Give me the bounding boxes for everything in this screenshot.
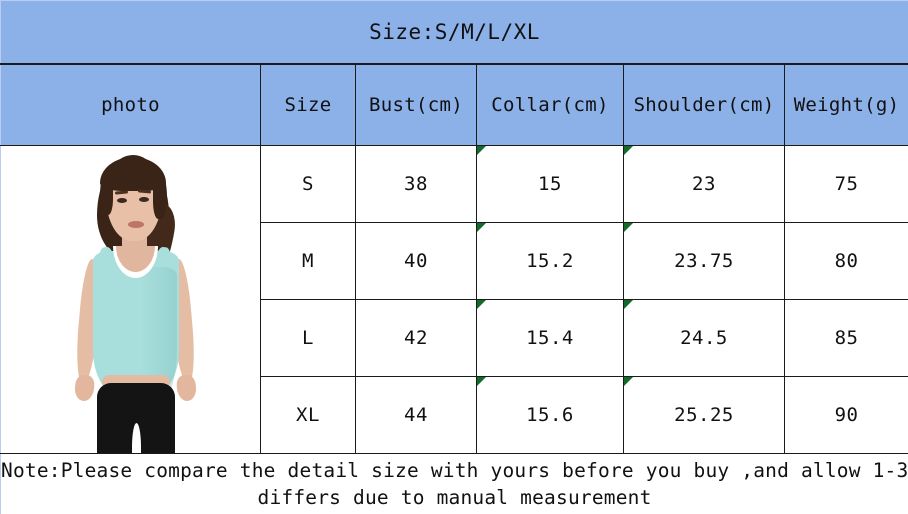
eye-left bbox=[117, 197, 127, 203]
lips bbox=[128, 220, 144, 228]
cell-weight: 75 bbox=[783, 145, 908, 223]
cell-weight: 85 bbox=[783, 299, 908, 377]
cell-collar: 15 bbox=[476, 145, 624, 223]
title-row: Size:S/M/L/XL bbox=[0, 0, 908, 65]
column-header-bust: Bust(cm) bbox=[355, 63, 477, 146]
cell-bust: 38 bbox=[355, 145, 477, 223]
cell-collar: 15.2 bbox=[476, 222, 624, 300]
column-header-size: Size bbox=[260, 63, 356, 146]
hand-right bbox=[175, 373, 198, 402]
product-photo-cell bbox=[0, 145, 261, 454]
cell-shoulder: 23.75 bbox=[623, 222, 785, 300]
column-header-shoulder: Shoulder(cm) bbox=[623, 63, 785, 146]
cell-collar: 15.6 bbox=[476, 376, 624, 454]
hand-left bbox=[73, 373, 96, 402]
cell-shoulder: 25.25 bbox=[623, 376, 785, 454]
cell-weight: 80 bbox=[783, 222, 908, 300]
product-photo bbox=[1, 146, 260, 453]
cell-size: L bbox=[260, 299, 356, 377]
cell-shoulder: 24.5 bbox=[623, 299, 785, 377]
eye-right bbox=[139, 196, 149, 202]
size-chart-image: Size:S/M/L/XL photo Size Bust(cm) Collar… bbox=[0, 0, 908, 514]
note-line-2: differs due to manual measurement bbox=[257, 485, 652, 509]
column-header-weight: Weight(g) bbox=[783, 63, 908, 146]
column-header-photo: photo bbox=[0, 63, 261, 146]
model-illustration bbox=[2, 147, 260, 453]
measurement-note: Note:Please compare the detail size with… bbox=[0, 453, 908, 514]
eyebrow-right bbox=[137, 188, 152, 194]
hair-left bbox=[100, 170, 113, 215]
column-header-collar: Collar(cm) bbox=[476, 63, 624, 146]
size-chart-table: Size:S/M/L/XL photo Size Bust(cm) Collar… bbox=[0, 0, 908, 514]
cell-bust: 40 bbox=[355, 222, 477, 300]
chart-title: Size:S/M/L/XL bbox=[0, 0, 908, 65]
cell-shoulder: 23 bbox=[623, 145, 785, 223]
table-row: S 38 15 23 75 bbox=[0, 145, 908, 454]
note-line-1: Note:Please compare the detail size with… bbox=[1, 458, 908, 482]
cell-bust: 44 bbox=[355, 376, 477, 454]
table-header-row: photo Size Bust(cm) Collar(cm) Shoulder(… bbox=[0, 63, 908, 146]
cell-collar: 15.4 bbox=[476, 299, 624, 377]
cell-size: XL bbox=[260, 376, 356, 454]
note-row: Note:Please compare the detail size with… bbox=[0, 453, 908, 514]
cell-size: M bbox=[260, 222, 356, 300]
cell-size: S bbox=[260, 145, 356, 223]
eyebrow-left bbox=[114, 189, 129, 195]
cell-bust: 42 bbox=[355, 299, 477, 377]
cell-weight: 90 bbox=[783, 376, 908, 454]
